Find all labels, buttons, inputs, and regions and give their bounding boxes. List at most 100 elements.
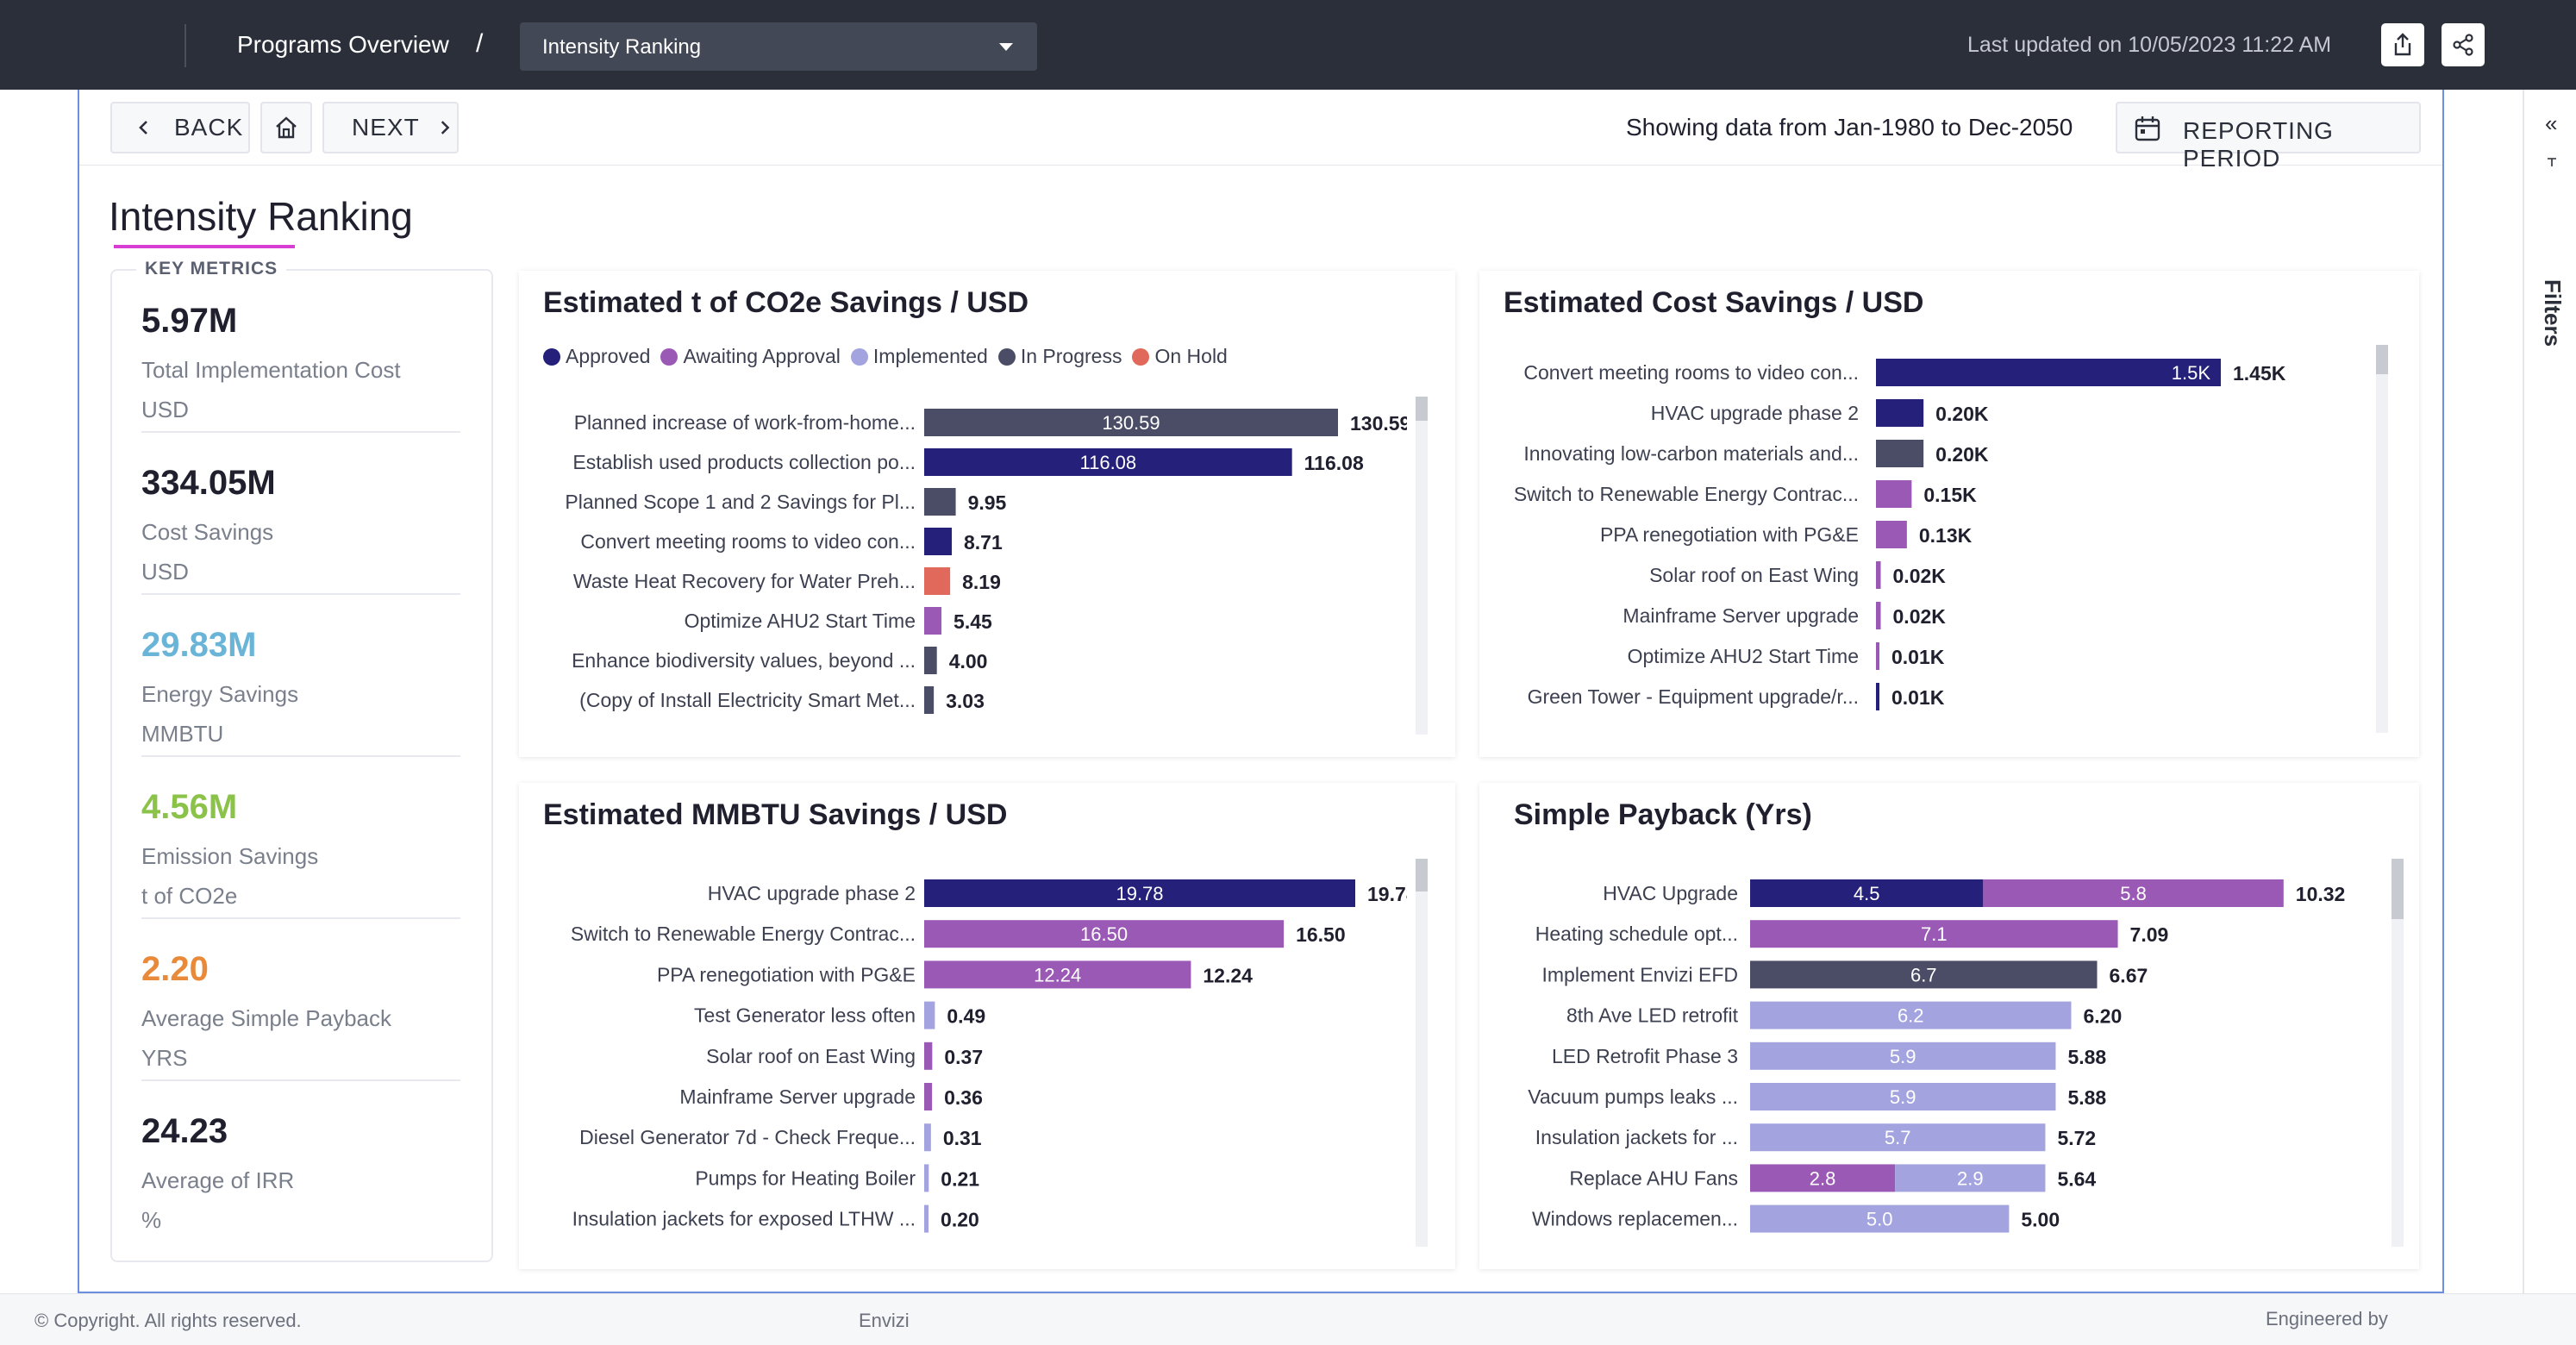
metric-value: 29.83M xyxy=(141,626,257,664)
metric-value: 334.05M xyxy=(141,464,276,502)
category-label: 8th Ave LED retrofit xyxy=(1566,1004,1739,1027)
category-label: Test Generator less often xyxy=(694,1004,916,1027)
bar[interactable] xyxy=(1876,359,2221,386)
bar[interactable] xyxy=(1876,399,1924,427)
legend-label: Awaiting Approval xyxy=(683,345,841,367)
bar-value-label: 4.00 xyxy=(949,650,988,672)
co2e-savings-card: Estimated t of CO2e Savings / USD Approv… xyxy=(519,271,1455,757)
legend-dot xyxy=(660,347,678,366)
bar-value-label: 3.03 xyxy=(946,690,985,712)
category-label: Solar roof on East Wing xyxy=(706,1045,916,1067)
bar-inner-label: 16.50 xyxy=(1080,923,1128,945)
reporting-period-button[interactable]: REPORTING PERIOD xyxy=(2116,102,2421,172)
legend-dot xyxy=(543,347,560,366)
chart-scrollbar[interactable] xyxy=(1416,859,1428,1247)
metric-label: Energy Savings xyxy=(141,681,299,707)
category-label: Switch to Renewable Energy Contrac... xyxy=(1514,483,1859,505)
back-button[interactable]: BACK xyxy=(110,102,250,153)
bar[interactable] xyxy=(1876,683,1879,710)
bar-value-label: 5.45 xyxy=(953,610,992,633)
bar-value-label: 5.00 xyxy=(2021,1209,2060,1231)
legend-item-approved[interactable]: Approved xyxy=(543,345,650,368)
category-label: Switch to Renewable Energy Contrac... xyxy=(571,923,916,945)
legend-label: In Progress xyxy=(1020,345,1122,367)
metric-total-implementation-cost: 5.97M Total Implementation Cost USD xyxy=(141,271,460,433)
bar[interactable] xyxy=(924,1164,929,1192)
home-icon xyxy=(276,116,297,139)
bar[interactable] xyxy=(924,567,951,595)
bar[interactable] xyxy=(924,647,937,674)
scrollbar-thumb[interactable] xyxy=(2376,345,2388,374)
bar[interactable] xyxy=(924,1083,933,1110)
scrollbar-thumb[interactable] xyxy=(1416,397,1428,421)
scrollbar-thumb[interactable] xyxy=(1416,859,1428,891)
legend-item-awaiting-approval[interactable]: Awaiting Approval xyxy=(660,345,841,368)
bar[interactable] xyxy=(1876,440,1924,467)
page-select-dropdown[interactable]: Intensity Ranking xyxy=(520,22,1037,71)
metric-unit: USD xyxy=(141,559,189,585)
legend-item-on-hold[interactable]: On Hold xyxy=(1132,345,1228,368)
metric-unit: USD xyxy=(141,397,189,422)
legend-item-in-progress[interactable]: In Progress xyxy=(997,345,1122,368)
co2e-savings-chart: Planned increase of work-from-home... 130… xyxy=(565,409,1407,714)
filters-toggle[interactable]: Filters xyxy=(2539,279,2566,383)
bar-value-label: 0.13K xyxy=(1919,524,1973,547)
bar[interactable] xyxy=(1876,480,1912,508)
category-label: Insulation jackets for exposed LTHW ... xyxy=(572,1208,916,1230)
topbar-divider xyxy=(184,24,186,67)
bar[interactable] xyxy=(924,488,956,516)
category-label: Optimize AHU2 Start Time xyxy=(685,610,916,632)
bar[interactable] xyxy=(1876,642,1879,670)
top-bar: Programs Overview / Intensity Ranking La… xyxy=(0,0,2576,90)
bar-value-label: 0.02K xyxy=(1893,565,1947,587)
bar-inner-label: 116.08 xyxy=(1080,452,1137,473)
segment-label: 4.5 xyxy=(1854,883,1880,904)
footer: © Copyright. All rights reserved. Envizi… xyxy=(0,1293,2576,1345)
chart-scrollbar[interactable] xyxy=(2392,859,2404,1247)
chart-scrollbar[interactable] xyxy=(2376,345,2388,733)
chart-title: Simple Payback (Yrs) xyxy=(1514,798,1812,831)
collapse-rail-icon[interactable]: « xyxy=(2545,110,2557,137)
legend-dot xyxy=(1132,347,1150,366)
scrollbar-thumb[interactable] xyxy=(2392,859,2404,919)
bar-value-label: 16.50 xyxy=(1296,923,1346,946)
bar[interactable] xyxy=(924,607,942,635)
share-button[interactable] xyxy=(2442,23,2485,66)
category-label: Implement Envizi EFD xyxy=(1541,963,1738,985)
breadcrumb-programs-overview[interactable]: Programs Overview xyxy=(237,31,449,59)
export-button[interactable] xyxy=(2381,23,2424,66)
bar-value-label: 5.72 xyxy=(2057,1127,2096,1149)
bar[interactable] xyxy=(924,1204,929,1233)
legend-item-implemented[interactable]: Implemented xyxy=(850,345,988,368)
bar-value-label: 6.67 xyxy=(2110,964,2148,986)
category-label: Convert meeting rooms to video con... xyxy=(580,530,916,553)
legend-label: On Hold xyxy=(1154,345,1228,367)
simple-payback-chart: HVAC Upgrade 4.5 5.8 10.32 Heating schedule … xyxy=(1528,879,2345,1233)
category-label: Innovating low-carbon materials and... xyxy=(1523,442,1859,465)
bar[interactable] xyxy=(924,1123,931,1152)
bar[interactable] xyxy=(924,1001,935,1029)
segment-label: 7.1 xyxy=(1921,923,1948,945)
category-label: Mainframe Server upgrade xyxy=(679,1085,916,1108)
category-label: LED Retrofit Phase 3 xyxy=(1552,1045,1738,1067)
bar[interactable] xyxy=(924,686,935,714)
category-label: Convert meeting rooms to video con... xyxy=(1523,361,1859,384)
bar[interactable] xyxy=(924,528,953,555)
mmbtu-savings-chart: HVAC upgrade phase 2 19.78 19.78 Switch to … xyxy=(571,879,1407,1233)
bar[interactable] xyxy=(1876,602,1881,629)
chart-scrollbar[interactable] xyxy=(1416,397,1428,735)
navigation-row: BACK NEXT Showing data from Jan-1980 to … xyxy=(79,90,2442,172)
next-button[interactable]: NEXT xyxy=(322,102,459,153)
bar-value-label: 9.95 xyxy=(968,491,1007,514)
filters-rail: « Filters xyxy=(2523,90,2576,1293)
metric-average-irr: 24.23 Average of IRR % xyxy=(141,1081,460,1254)
bar[interactable] xyxy=(1876,521,1907,548)
cost-savings-chart: Convert meeting rooms to video con... 1.5… xyxy=(1514,359,2286,710)
bar-inner-label: 130.59 xyxy=(1102,412,1160,434)
calendar-icon xyxy=(2135,116,2160,141)
bar[interactable] xyxy=(1876,561,1881,589)
bar-value-label: 0.37 xyxy=(944,1046,983,1068)
bar-value-label: 0.01K xyxy=(1891,686,1945,709)
bar[interactable] xyxy=(924,1042,933,1070)
home-button[interactable] xyxy=(260,102,312,153)
